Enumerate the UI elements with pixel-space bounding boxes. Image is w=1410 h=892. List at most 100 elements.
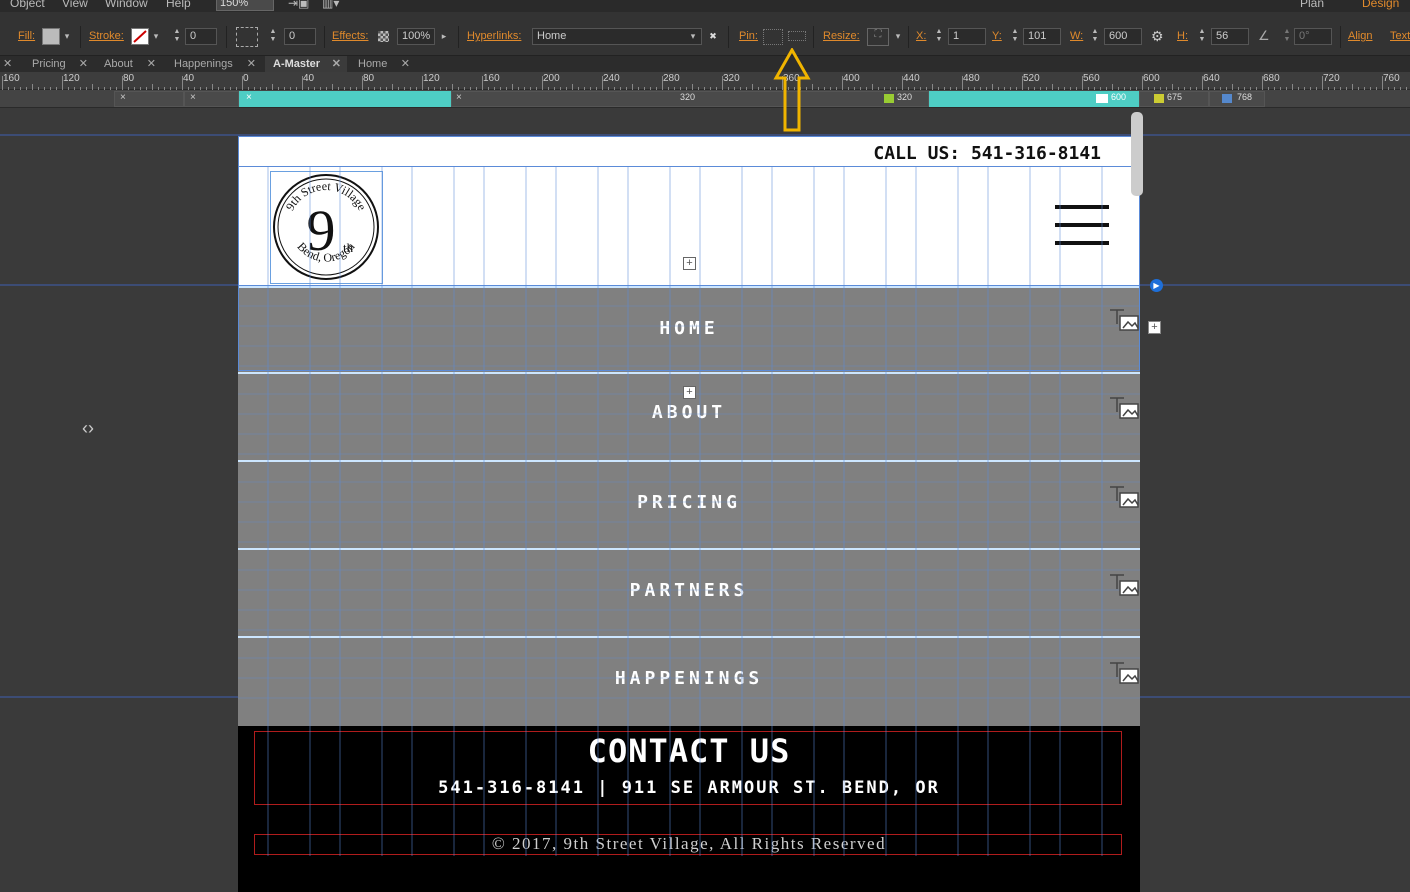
corner-radius-input[interactable]: 0 — [284, 28, 316, 45]
contact-title[interactable]: CONTACT US — [238, 732, 1140, 770]
h-label: H: — [1177, 30, 1188, 42]
nav-row-partners[interactable]: PARTNERS — [238, 550, 1140, 638]
menu-window[interactable]: Window — [105, 0, 148, 10]
close-icon[interactable]: ✕ — [147, 56, 156, 72]
breakpoint-marker-icon[interactable] — [1154, 94, 1164, 103]
layout-icon[interactable]: ▥▾ — [322, 0, 339, 10]
selection-box[interactable] — [238, 285, 1140, 371]
effects-icon[interactable] — [378, 31, 389, 42]
nav-row-happenings[interactable]: HAPPENINGS — [238, 638, 1140, 726]
hyperlink-select[interactable]: Home — [532, 28, 702, 45]
nav-label[interactable]: ABOUT — [238, 402, 1140, 423]
zoom-select[interactable]: 150% — [216, 0, 274, 11]
rotation-input[interactable]: 0° — [1294, 28, 1332, 45]
clear-hyperlink-icon[interactable]: ✖ — [707, 28, 719, 45]
close-icon[interactable]: × — [456, 92, 462, 103]
add-item-icon[interactable]: + — [683, 257, 696, 270]
tab-about[interactable]: About ✕ — [96, 56, 162, 72]
ruler-tick — [602, 76, 603, 90]
stroke-swatch[interactable] — [131, 28, 149, 45]
add-item-icon[interactable]: + — [1148, 321, 1161, 334]
w-spinner-icon[interactable]: ▲ ▼ — [1090, 28, 1100, 45]
close-icon[interactable]: ✕ — [332, 56, 341, 72]
tab-home[interactable]: Home ✕ — [350, 56, 416, 72]
breakpoint-320-label: 320 — [897, 92, 913, 102]
site-header[interactable]: CALL US: 541-316-8141 9th Street Village… — [238, 136, 1141, 286]
hyperlink-dropdown-icon[interactable]: ▾ — [687, 28, 699, 45]
page-artboard[interactable]: CALL US: 541-316-8141 9th Street Village… — [238, 136, 1141, 892]
ruler-tick — [2, 76, 3, 90]
w-label: W: — [1070, 30, 1084, 42]
stroke-spinner-icon[interactable]: ▲ ▼ — [172, 28, 182, 45]
scrollbar-handle[interactable] — [1131, 112, 1143, 196]
resize-icon[interactable]: ⛶ — [867, 28, 889, 46]
constrain-proportions-icon[interactable]: ⚙ — [1151, 28, 1164, 45]
h-spinner-icon[interactable]: ▲ ▼ — [1197, 28, 1207, 45]
nav-label[interactable]: HAPPENINGS — [238, 668, 1140, 689]
y-label: Y: — [992, 30, 1002, 42]
close-icon[interactable]: × — [120, 92, 126, 103]
w-input[interactable]: 600 — [1104, 28, 1142, 45]
opacity-input[interactable]: 100% — [397, 28, 435, 45]
pin-center-icon[interactable] — [788, 31, 806, 41]
ruler-label: 200 — [543, 73, 560, 84]
menu-object[interactable]: Object — [10, 0, 45, 10]
play-icon[interactable]: ▶ — [1150, 279, 1163, 292]
y-input[interactable]: 101 — [1023, 28, 1061, 45]
ruler-label: 120 — [423, 73, 440, 84]
workspace-plan[interactable]: Plan — [1300, 0, 1324, 10]
breakpoint-marker-icon[interactable] — [1222, 94, 1232, 103]
x-input[interactable]: 1 — [948, 28, 986, 45]
x-spinner-icon[interactable]: ▲ ▼ — [934, 28, 944, 45]
menu-help[interactable]: Help — [166, 0, 191, 10]
tab-a-master[interactable]: A-Master ✕ — [265, 56, 347, 72]
call-us-text[interactable]: CALL US: 541-316-8141 — [873, 143, 1101, 164]
close-icon[interactable]: × — [190, 92, 196, 103]
menu-view[interactable]: View — [62, 0, 88, 10]
nav-label[interactable]: PARTNERS — [238, 580, 1140, 601]
close-icon[interactable]: ✕ — [401, 56, 410, 72]
contact-info[interactable]: 541-316-8141 | 911 SE ARMOUR ST. BEND, O… — [238, 778, 1140, 798]
pin-grid-icon[interactable] — [763, 29, 783, 45]
text-frame-icons — [1110, 309, 1139, 684]
align-label[interactable]: Align — [1348, 30, 1372, 42]
add-item-icon[interactable]: + — [683, 386, 696, 399]
ruler-tick — [542, 76, 543, 90]
close-tab-icon[interactable]: ✕ — [3, 56, 12, 72]
fill-dropdown-icon[interactable]: ▾ — [61, 28, 73, 45]
y-spinner-icon[interactable]: ▲ ▼ — [1010, 28, 1020, 45]
opacity-arrow-icon[interactable]: ▸ — [438, 28, 450, 45]
close-icon[interactable]: × — [246, 92, 252, 103]
ruler-label: 400 — [843, 73, 860, 84]
logo-seal-icon: 9th Street Village Bend, Oregon 9 th — [273, 174, 379, 280]
code-toggle-icon[interactable]: ‹› — [82, 418, 94, 439]
tab-pricing[interactable]: Pricing ✕ — [24, 56, 94, 72]
tab-happenings[interactable]: Happenings ✕ — [166, 56, 262, 72]
close-icon[interactable]: ✕ — [247, 56, 256, 72]
fill-label: Fill: — [18, 30, 36, 42]
breakpoint-marker-icon[interactable] — [1096, 94, 1108, 103]
nav-row-pricing[interactable]: PRICING — [238, 462, 1140, 550]
breakpoint-active-left[interactable] — [239, 91, 451, 107]
stroke-width-input[interactable]: 0 — [185, 28, 217, 45]
nav-label[interactable]: PRICING — [238, 492, 1140, 513]
stroke-dropdown-icon[interactable]: ▾ — [150, 28, 162, 45]
rotation-spinner-icon[interactable]: ▲ ▼ — [1282, 28, 1292, 45]
copyright-text[interactable]: © 2017, 9th Street Village, All Rights R… — [238, 834, 1140, 854]
ruler-label: 80 — [123, 73, 135, 84]
resize-dropdown-icon[interactable]: ▾ — [892, 28, 904, 45]
close-icon[interactable]: ✕ — [79, 56, 88, 72]
site-logo[interactable]: 9th Street Village Bend, Oregon 9 th — [270, 171, 383, 284]
ruler-tick — [62, 76, 63, 90]
menu-bar: Object View Window Help 150% ⇥▣ ▥▾ Plan … — [0, 0, 1410, 12]
breakpoint-bar[interactable]: × × × × 320 320 600 675 768 — [0, 90, 1410, 108]
text-label[interactable]: Text — [1390, 30, 1410, 42]
breakpoint-marker-icon[interactable] — [884, 94, 894, 103]
workspace-design[interactable]: Design — [1362, 0, 1399, 10]
corner-spinner-icon[interactable]: ▲ ▼ — [268, 28, 278, 45]
site-footer[interactable]: CONTACT US 541-316-8141 | 911 SE ARMOUR … — [238, 726, 1140, 892]
h-input[interactable]: 56 — [1211, 28, 1249, 45]
horizontal-ruler[interactable]: 160 120 80 40 0 40 80 120 160 200 240 280 320 360 400 4… — [0, 72, 1410, 90]
fill-swatch[interactable] — [42, 28, 60, 45]
preview-icon[interactable]: ⇥▣ — [288, 0, 309, 10]
